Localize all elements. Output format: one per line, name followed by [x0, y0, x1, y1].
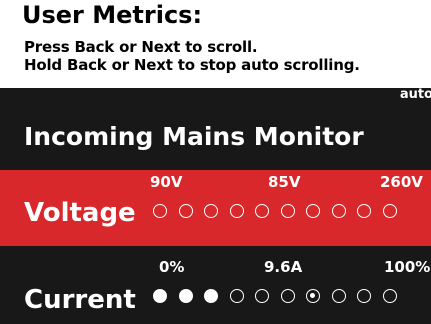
voltage-label: Voltage: [24, 198, 136, 228]
current-dot-meter: [153, 289, 423, 305]
current-row: 0% 9.6A 100% Current: [0, 255, 431, 324]
current-scale-min: 0%: [159, 258, 185, 276]
voltage-dot-2: [179, 204, 193, 218]
metrics-screen: User Metrics: Press Back or Next to scro…: [0, 0, 431, 324]
current-dot-2: [179, 289, 193, 303]
voltage-dot-6: [281, 204, 295, 218]
current-dot-4: [230, 289, 244, 303]
voltage-dot-7: [306, 204, 320, 218]
current-dot-3: [204, 289, 218, 303]
voltage-scale-max: 260V: [380, 173, 423, 191]
instruction-scroll: Press Back or Next to scroll.: [24, 38, 258, 56]
current-label: Current: [24, 285, 136, 315]
current-dot-7: [306, 289, 320, 303]
voltage-dot-3: [204, 204, 218, 218]
auto-scroll-indicator: auto: [399, 87, 431, 102]
header: User Metrics: Press Back or Next to scro…: [0, 0, 431, 88]
page-title: User Metrics:: [22, 1, 203, 29]
voltage-row: 90V 85V 260V Voltage: [0, 170, 431, 246]
current-dot-10: [383, 289, 397, 303]
current-dot-9: [357, 289, 371, 303]
voltage-scale-current: 85V: [268, 173, 301, 191]
current-dot-6: [281, 289, 295, 303]
voltage-dot-9: [357, 204, 371, 218]
monitor-title: Incoming Mains Monitor: [24, 122, 364, 151]
instruction-auto-scroll: Hold Back or Next to stop auto scrolling…: [24, 56, 360, 74]
voltage-dot-5: [255, 204, 269, 218]
voltage-dot-8: [332, 204, 346, 218]
voltage-dot-4: [230, 204, 244, 218]
current-scale-max: 100%: [384, 258, 431, 276]
voltage-dot-1: [153, 204, 167, 218]
voltage-dot-meter: [153, 204, 423, 220]
current-dot-1: [153, 289, 167, 303]
current-dot-8: [332, 289, 346, 303]
metrics-panel: auto Incoming Mains Monitor 90V 85V 260V…: [0, 88, 431, 324]
current-dot-5: [255, 289, 269, 303]
current-scale-current: 9.6A: [264, 258, 303, 276]
voltage-dot-10: [383, 204, 397, 218]
voltage-scale-min: 90V: [150, 173, 183, 191]
